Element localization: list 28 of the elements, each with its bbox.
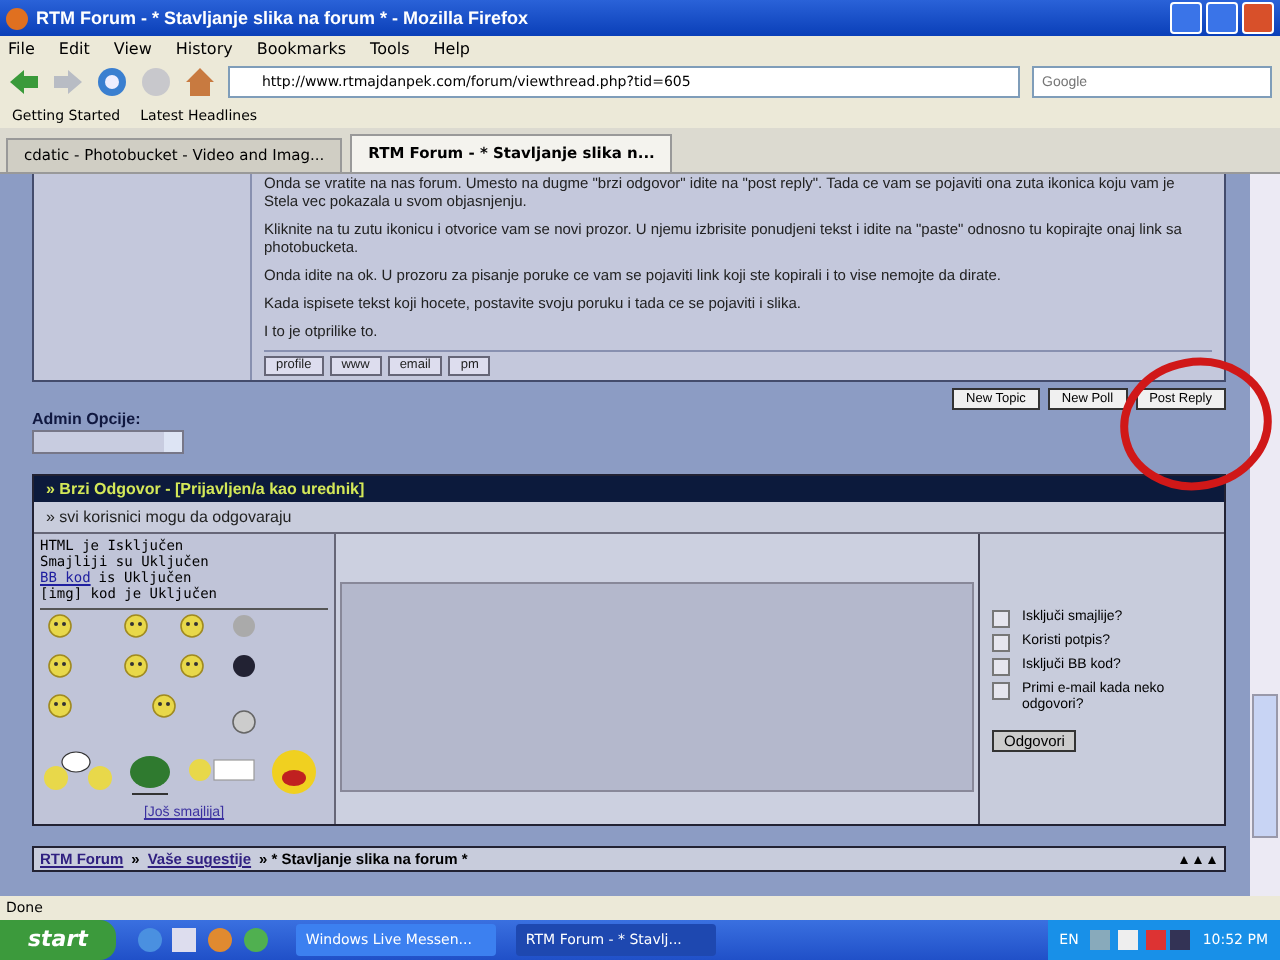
menu-item[interactable]: Tools (370, 39, 410, 57)
option-checkbox[interactable] (992, 610, 1010, 628)
menu-item[interactable]: File (8, 39, 35, 57)
caret-icon (164, 432, 182, 452)
menu-item[interactable]: Edit (58, 39, 90, 57)
admin-options-label: Admin Opcije: (32, 410, 143, 428)
menu-item[interactable]: History (175, 39, 233, 57)
option-checkbox[interactable] (992, 634, 1010, 652)
start-button[interactable]: start (0, 920, 116, 960)
reload-icon[interactable] (96, 66, 128, 98)
scrollbar[interactable] (1250, 174, 1280, 896)
tray-icons[interactable] (1090, 928, 1191, 952)
quick-reply-header: » Brzi Odgovor - [Prijavljen/a kao urednik] (34, 476, 1224, 502)
home-icon[interactable] (184, 66, 216, 98)
back-icon[interactable] (8, 68, 40, 96)
close-icon[interactable] (1242, 2, 1274, 34)
arrows-icon[interactable] (1178, 853, 1218, 865)
firefox-icon (6, 7, 28, 29)
creature-icon[interactable] (124, 750, 176, 798)
menu-item[interactable]: View (113, 39, 152, 57)
option-checkbox[interactable] (992, 682, 1010, 700)
window-title: RTM Forum - * Stavljanje slika na forum * - Mozilla Firefox (36, 8, 531, 28)
admin-options-select[interactable] (32, 430, 184, 454)
menu-item[interactable]: Help (433, 39, 471, 57)
option-checkbox[interactable] (992, 658, 1010, 676)
menu-item[interactable]: Bookmarks (256, 39, 347, 57)
scrollbar-thumb[interactable] (1252, 694, 1278, 838)
sorry-smiley-icon[interactable] (188, 754, 256, 786)
